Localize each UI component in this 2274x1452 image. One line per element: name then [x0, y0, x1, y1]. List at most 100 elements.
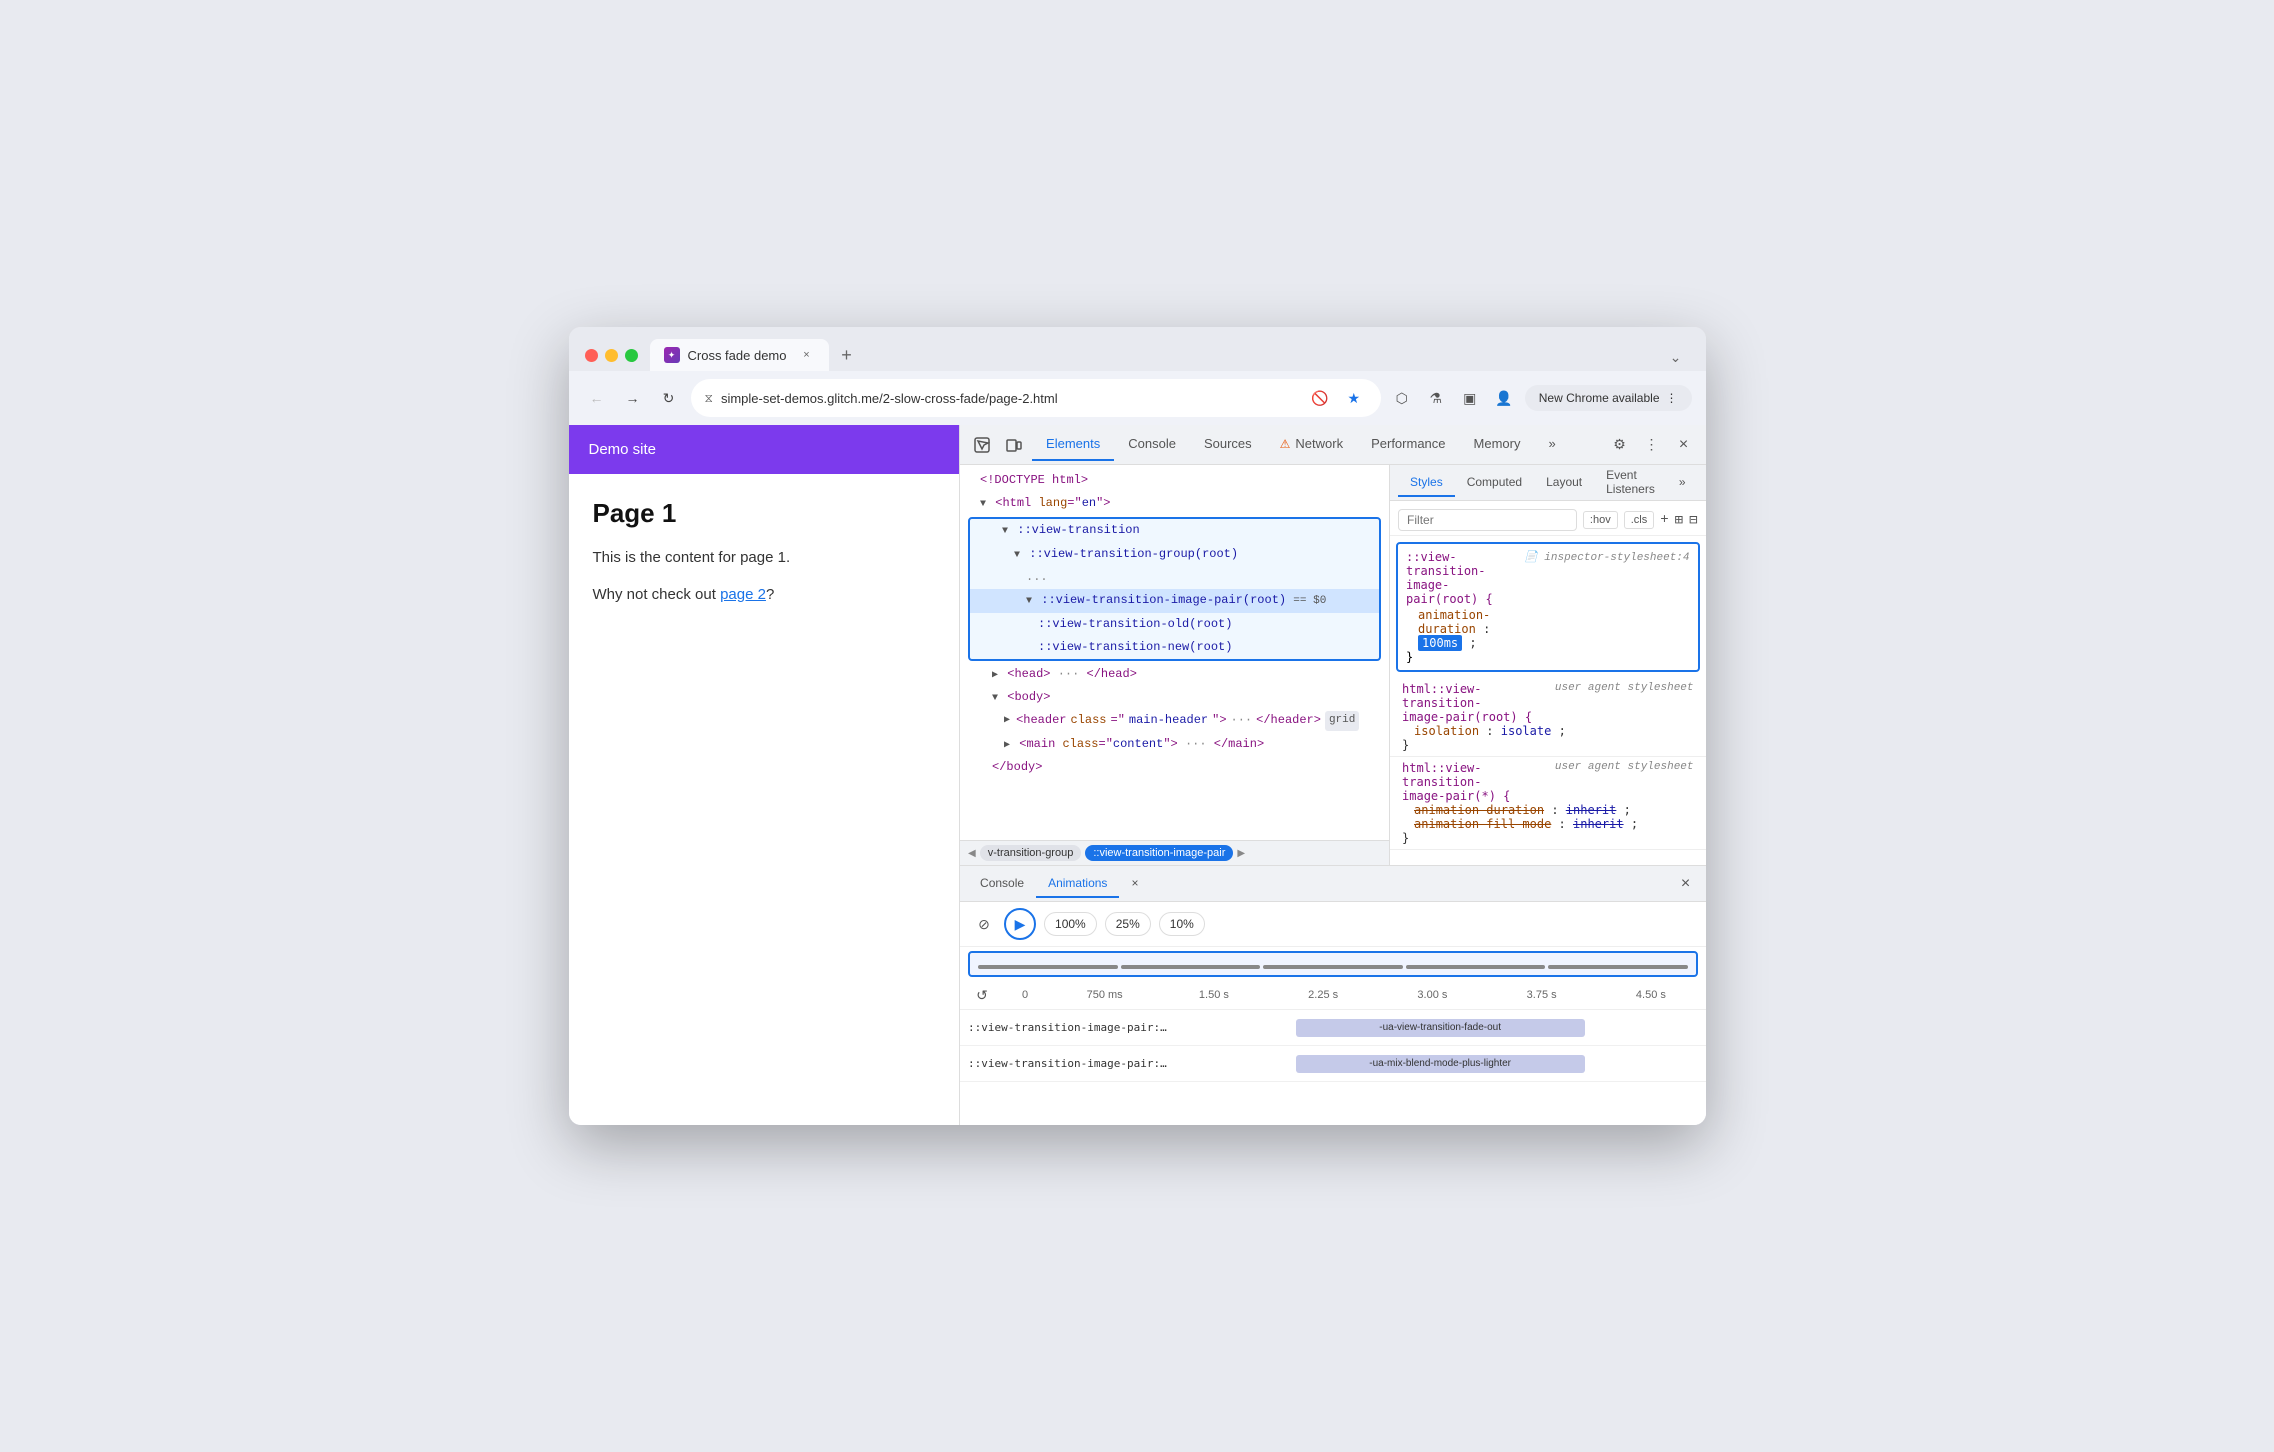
more-style-icon[interactable]: ⊟ — [1689, 512, 1697, 529]
html-line[interactable]: ▶ <header class="main-header"> ··· </hea… — [960, 709, 1389, 733]
elements-panel: <!DOCTYPE html> ▼ <html lang="en"> ▼ ::v… — [960, 465, 1390, 865]
active-tab[interactable]: ✦ Cross fade demo × — [650, 339, 829, 371]
devtools-main: <!DOCTYPE html> ▼ <html lang="en"> ▼ ::v… — [960, 465, 1705, 865]
ruler-mark-375: 3.75 s — [1487, 989, 1596, 1001]
new-chrome-button[interactable]: New Chrome available ⋮ — [1525, 385, 1692, 411]
network-tab[interactable]: ⚠ Network — [1266, 428, 1357, 461]
more-tabs-button[interactable]: » — [1534, 428, 1569, 461]
console-drawer-tab[interactable]: Console — [968, 870, 1036, 898]
forward-button[interactable]: → — [619, 384, 647, 412]
network-tab-label: Network — [1295, 436, 1343, 451]
speed-10-button[interactable]: 10% — [1159, 912, 1205, 936]
devtools-settings-icon[interactable]: ⚙ — [1606, 431, 1634, 459]
computed-tab[interactable]: Computed — [1455, 469, 1534, 497]
speed-100-button[interactable]: 100% — [1044, 912, 1097, 936]
bookmark-icon[interactable]: ★ — [1341, 385, 1367, 411]
elements-content[interactable]: <!DOCTYPE html> ▼ <html lang="en"> ▼ ::v… — [960, 465, 1389, 840]
breadcrumb-item-image-pair[interactable]: ::view-transition-image-pair — [1085, 845, 1233, 861]
console-tab[interactable]: Console — [1114, 428, 1190, 461]
ruler-mark-750: 750 ms — [1050, 989, 1159, 1001]
animation-timeline: ↺ 0 750 ms 1.50 s 2.25 s 3.00 s 3.75 s 4… — [960, 981, 1705, 1125]
demo-site-header: Demo site — [569, 425, 960, 474]
devtools-more-icon[interactable]: ⋮ — [1638, 431, 1666, 459]
html-line[interactable]: ▼ ::view-transition-image-pair(root) == … — [970, 589, 1379, 613]
address-bar[interactable]: ⧖ simple-set-demos.glitch.me/2-slow-cros… — [691, 379, 1381, 417]
close-window-button[interactable] — [585, 349, 598, 362]
breadcrumb-item-transition-group[interactable]: v-transition-group — [980, 845, 1082, 861]
animation-track-2: ::view-transition-image-pair::view-tra -… — [960, 1046, 1705, 1082]
styles-tab[interactable]: Styles — [1398, 469, 1455, 497]
styles-filter-input[interactable] — [1398, 509, 1577, 531]
grid-badge: grid — [1325, 711, 1359, 731]
layout-tab[interactable]: Layout — [1534, 469, 1594, 497]
more-styles-tabs[interactable]: » — [1667, 469, 1698, 497]
profile-icon[interactable]: 👤 — [1491, 385, 1517, 411]
view-transition-highlight: ▼ ::view-transition ▼ ::view-transition-… — [968, 517, 1381, 661]
copy-style-icon[interactable]: ⊞ — [1675, 512, 1683, 529]
drawer-close-button[interactable]: × — [1674, 872, 1698, 896]
css-property-animation-duration: animation-duration — [1418, 608, 1490, 636]
html-line[interactable]: </body> — [960, 756, 1389, 779]
track-1-bar-area: -ua-view-transition-fade-out — [1180, 1010, 1705, 1045]
animations-clear-button[interactable]: ⊘ — [972, 912, 996, 936]
ruler-mark-225: 2.25 s — [1269, 989, 1378, 1001]
inspector-stylesheet-block: ::view-transition- image-pair(root) { an… — [1396, 542, 1699, 672]
sidebar-icon[interactable]: ▣ — [1457, 385, 1483, 411]
styles-filter-bar: :hov .cls + ⊞ ⊟ — [1390, 505, 1705, 536]
select-element-tool[interactable] — [968, 431, 996, 459]
speed-25-button[interactable]: 25% — [1105, 912, 1151, 936]
breadcrumb-right-arrow[interactable]: ▶ — [1237, 848, 1245, 859]
new-tab-button[interactable]: + — [833, 341, 861, 369]
title-bar: ✦ Cross fade demo × + ⌄ — [569, 327, 1706, 371]
animations-play-button[interactable]: ▶ — [1004, 908, 1036, 940]
breadcrumb-left-arrow[interactable]: ◀ — [968, 848, 976, 859]
html-line[interactable]: ::view-transition-new(root) — [970, 636, 1379, 659]
device-emulation-tool[interactable] — [1000, 431, 1028, 459]
maximize-window-button[interactable] — [625, 349, 638, 362]
page2-link[interactable]: page 2 — [720, 586, 766, 603]
styles-content: :hov .cls + ⊞ ⊟ ::view-transition — [1390, 501, 1705, 865]
styles-tabs: Styles Computed Layout Event Listeners » — [1390, 465, 1705, 501]
traffic-lights — [585, 349, 638, 362]
reload-button[interactable]: ↻ — [655, 384, 683, 412]
tab-overflow-button[interactable]: ⌄ — [1662, 343, 1690, 371]
html-line[interactable]: ... — [970, 566, 1379, 589]
css-selector: image-pair(root) { — [1406, 578, 1493, 606]
class-pseudo-button[interactable]: .cls — [1624, 511, 1655, 529]
flask-icon[interactable]: ⚗ — [1423, 385, 1449, 411]
hover-pseudo-button[interactable]: :hov — [1583, 511, 1618, 529]
tab-bar: ✦ Cross fade demo × + ⌄ — [650, 339, 1690, 371]
content-paragraph: This is the content for page 1. — [593, 547, 936, 570]
demo-page: Demo site Page 1 This is the content for… — [569, 425, 960, 1125]
share-icon[interactable]: ⬡ — [1389, 385, 1415, 411]
animations-drawer-tab[interactable]: Animations — [1036, 870, 1119, 898]
html-line[interactable]: ▶ <head> ··· </head> — [960, 663, 1389, 686]
drawer-content: ⊘ ▶ 100% 25% 10% — [960, 902, 1705, 1125]
minimize-window-button[interactable] — [605, 349, 618, 362]
css-value-inherit-strikethrough: inherit — [1566, 803, 1617, 817]
css-selector: ::view-transition- — [1406, 550, 1485, 578]
devtools-close-button[interactable]: × — [1670, 431, 1698, 459]
eye-off-icon[interactable]: 🚫 — [1307, 385, 1333, 411]
animations-close-tab[interactable]: × — [1119, 870, 1150, 898]
html-line[interactable]: ▼ <html lang="en"> — [960, 492, 1389, 515]
back-button[interactable]: ← — [583, 384, 611, 412]
event-listeners-tab[interactable]: Event Listeners — [1594, 465, 1667, 504]
tab-close-button[interactable]: × — [799, 347, 815, 363]
html-line[interactable]: <!DOCTYPE html> — [960, 469, 1389, 492]
ruler-reload-icon[interactable]: ↺ — [972, 985, 992, 1005]
animation-group-block[interactable] — [968, 951, 1697, 977]
add-style-icon[interactable]: + — [1660, 512, 1668, 528]
elements-tab[interactable]: Elements — [1032, 428, 1114, 461]
track-2-label: ::view-transition-image-pair::view-tra — [960, 1057, 1180, 1070]
memory-tab[interactable]: Memory — [1460, 428, 1535, 461]
html-line[interactable]: ▶ <main class="content"> ··· </main> — [960, 733, 1389, 756]
html-line[interactable]: ::view-transition-old(root) — [970, 613, 1379, 636]
html-line[interactable]: ▼ ::view-transition — [970, 519, 1379, 542]
html-line[interactable]: ▼ ::view-transition-group(root) — [970, 543, 1379, 566]
sources-tab[interactable]: Sources — [1190, 428, 1266, 461]
css-source-inspector: 📄 inspector-stylesheet:4 — [1524, 550, 1690, 564]
network-warning-icon: ⚠ — [1280, 437, 1291, 451]
html-line[interactable]: ▼ <body> — [960, 686, 1389, 709]
performance-tab[interactable]: Performance — [1357, 428, 1459, 461]
